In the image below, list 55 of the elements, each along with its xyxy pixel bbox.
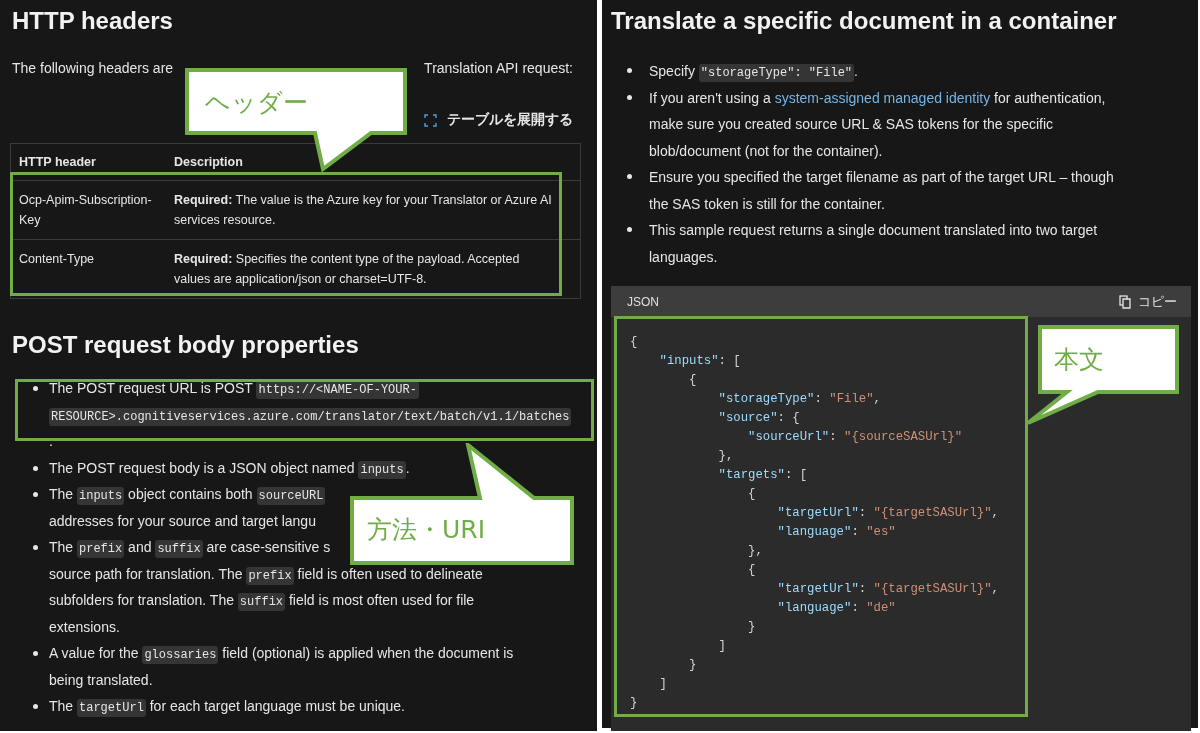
bullet-dot [627, 68, 632, 73]
code-line: "targets": [ [717, 467, 808, 484]
table-cell: Ocp-Apim-Subscription-Key [10, 180, 166, 240]
code-line: ] [658, 676, 667, 693]
code-line: } [688, 657, 697, 674]
bullet-dot [627, 174, 632, 179]
callout-text: 本文 [1054, 345, 1104, 375]
code-line: "language": "es" [776, 524, 896, 541]
column-header: HTTP header [10, 143, 166, 181]
section-heading: POST request body properties [12, 330, 360, 360]
table-cell: Content-Type [10, 239, 166, 299]
code-line: "targetUrl": "{targetSASUrl}", [776, 581, 999, 598]
bullet-dot [33, 651, 38, 656]
bullet-dot [33, 545, 38, 550]
code-line: { [630, 334, 638, 351]
list-item-text: Ensure you specified the target filename as part of the target URL – though the SAS token is still for the container. [649, 168, 1114, 214]
paragraph-text: The following headers are [12, 59, 174, 78]
code-line: }, [747, 543, 763, 560]
list-item-text: If you aren't using a system-assigned managed identity for authentication, make sure you created source URL & SAS tokens for the specific blob/document (not for the container). [649, 88, 1106, 161]
code-line: { [747, 562, 756, 579]
code-line: "storageType": "File", [717, 391, 881, 408]
code-line: { [747, 486, 756, 503]
code-line: }, [717, 448, 734, 465]
bullet-dot [33, 386, 38, 391]
code-language-label: JSON [627, 294, 659, 309]
expand-icon [424, 113, 437, 127]
list-item-text: This sample request returns a single document translated into two target languages. [649, 221, 1098, 267]
code-line: ] [717, 638, 726, 655]
expand-table-button[interactable]: テーブルを展開する [424, 109, 573, 131]
code-line: } [747, 619, 756, 636]
code-line: "source": { [717, 410, 800, 427]
table-cell: Required: Specifies the content type of the payload. Accepted values are application/json or charset=UTF-8. [166, 239, 581, 299]
callout-text: 方法・URI [367, 515, 486, 545]
copy-icon [1119, 294, 1132, 309]
callout-text: ヘッダー [205, 88, 308, 118]
link[interactable]: system-assigned managed identity [774, 89, 991, 106]
bullet-dot [627, 227, 632, 232]
code-line: { [688, 372, 697, 389]
copy-button[interactable]: コピー [1119, 292, 1177, 311]
list-item-text: The POST request URL is POST https://<NAME-OF-YOUR- RESOURCE>.cognitiveservices.azure.com/translator/text/batch/v1.1/batches . [49, 379, 572, 451]
bullet-dot [33, 465, 38, 471]
list-item-text: A value for the glossaries field (optional) is applied when the document is being translated. [49, 644, 514, 690]
section-heading: Translate a specific document in a container [611, 6, 1118, 36]
list-item-text: The targetUrl for each target language must be unique. [49, 697, 405, 719]
bullet-dot [33, 704, 38, 709]
code-line: "sourceUrl": "{sourceSASUrl}" [747, 429, 963, 446]
code-line: "inputs": [ [658, 353, 741, 370]
code-line: "targetUrl": "{targetSASUrl}", [776, 505, 999, 522]
bullet-dot [33, 492, 38, 497]
table-cell: Required: The value is the Azure key for your Translator or Azure AI services resource. [166, 180, 581, 240]
paragraph-text: Translation API request: [424, 59, 573, 78]
code-line: "language": "de" [776, 600, 896, 617]
section-heading: HTTP headers [12, 6, 174, 36]
code-line: } [630, 695, 638, 712]
bullet-dot [627, 94, 632, 100]
